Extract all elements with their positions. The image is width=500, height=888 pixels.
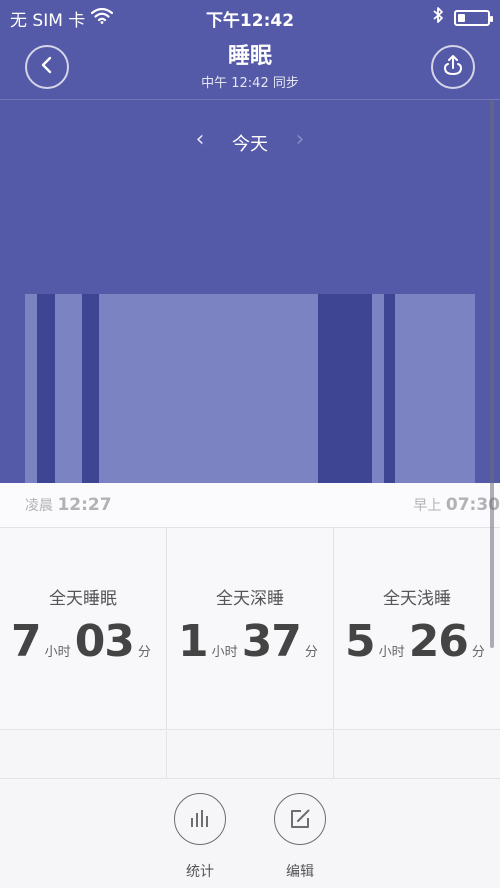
stats-button[interactable]: 统计 xyxy=(170,793,230,881)
edit-button[interactable]: 编辑 xyxy=(270,793,330,881)
sleep-end-prefix: 早上 xyxy=(413,498,442,514)
empty-stats-row xyxy=(0,731,500,779)
empty-cell xyxy=(167,731,334,778)
sleep-header-panel: 无 SIM 卡 下午12:42 睡眠 中午 12:42 同步 ‹ 今天 › xyxy=(0,0,500,483)
sleep-start-time: 12:27 xyxy=(57,495,112,515)
share-button[interactable] xyxy=(431,45,475,89)
deep-sleep-segment xyxy=(384,294,395,483)
page-title: 睡眠 xyxy=(227,44,272,69)
nav-bar: 睡眠 中午 12:42 同步 xyxy=(0,34,500,100)
status-bar: 无 SIM 卡 下午12:42 xyxy=(0,0,500,34)
hour-unit: 小时 xyxy=(211,645,238,660)
scrollbar[interactable] xyxy=(490,100,494,648)
stat-label: 全天浅睡 xyxy=(383,589,451,609)
stat-label: 全天睡眠 xyxy=(49,589,117,609)
stat-light-sleep: 全天浅睡 5 小时26 分 xyxy=(334,528,500,729)
status-time: 下午12:42 xyxy=(205,11,295,31)
deep-sleep-segment xyxy=(82,294,99,483)
hour-unit: 小时 xyxy=(44,645,71,660)
stat-minutes: 37 xyxy=(241,616,302,667)
minute-unit: 分 xyxy=(304,645,318,660)
hour-unit: 小时 xyxy=(378,645,405,660)
stat-minutes: 03 xyxy=(74,616,135,667)
light-sleep-segment xyxy=(395,294,475,483)
stat-hours: 7 xyxy=(11,616,42,667)
deep-sleep-segment xyxy=(318,294,372,483)
stat-minutes: 26 xyxy=(408,616,469,667)
time-range-row: 凌晨 12:27 早上 07:30 xyxy=(0,483,500,528)
battery-icon xyxy=(454,9,493,26)
stat-value: 1 小时37 分 xyxy=(167,616,333,667)
share-icon xyxy=(441,53,465,81)
minute-unit: 分 xyxy=(471,645,485,660)
stat-label: 全天深睡 xyxy=(216,589,284,609)
light-sleep-segment xyxy=(25,294,37,483)
bottom-toolbar: 统计 编辑 xyxy=(0,779,500,888)
sleep-end: 早上 07:30 xyxy=(413,495,500,515)
stat-deep-sleep: 全天深睡 1 小时37 分 xyxy=(167,528,334,729)
minute-unit: 分 xyxy=(137,645,151,660)
sleep-start-prefix: 凌晨 xyxy=(25,498,53,514)
empty-cell xyxy=(0,731,167,778)
stat-hours: 5 xyxy=(345,616,376,667)
stat-value: 5 小时26 分 xyxy=(334,616,500,667)
date-navigator: ‹ 今天 › xyxy=(0,128,500,156)
light-sleep-segment xyxy=(99,294,318,483)
deep-sleep-segment xyxy=(37,294,55,483)
stat-value: 7 小时03 分 xyxy=(0,616,166,667)
stats-label: 统计 xyxy=(186,864,214,880)
stat-total-sleep: 全天睡眠 7 小时03 分 xyxy=(0,528,167,729)
sleep-stage-chart xyxy=(25,294,475,483)
edit-icon xyxy=(274,793,326,845)
stat-hours: 1 xyxy=(178,616,209,667)
sync-status: 中午 12:42 同步 xyxy=(201,76,299,91)
light-sleep-segment xyxy=(372,294,384,483)
bluetooth-icon xyxy=(432,6,444,29)
bar-chart-icon xyxy=(174,793,226,845)
sleep-stats: 全天睡眠 7 小时03 分 全天深睡 1 小时37 分 全天浅睡 5 小时26 分 xyxy=(0,528,500,730)
empty-cell xyxy=(334,731,500,778)
next-day-button[interactable]: › xyxy=(288,128,312,156)
date-label: 今天 xyxy=(232,134,268,155)
edit-label: 编辑 xyxy=(286,864,314,880)
light-sleep-segment xyxy=(55,294,82,483)
sleep-start: 凌晨 12:27 xyxy=(25,495,112,515)
